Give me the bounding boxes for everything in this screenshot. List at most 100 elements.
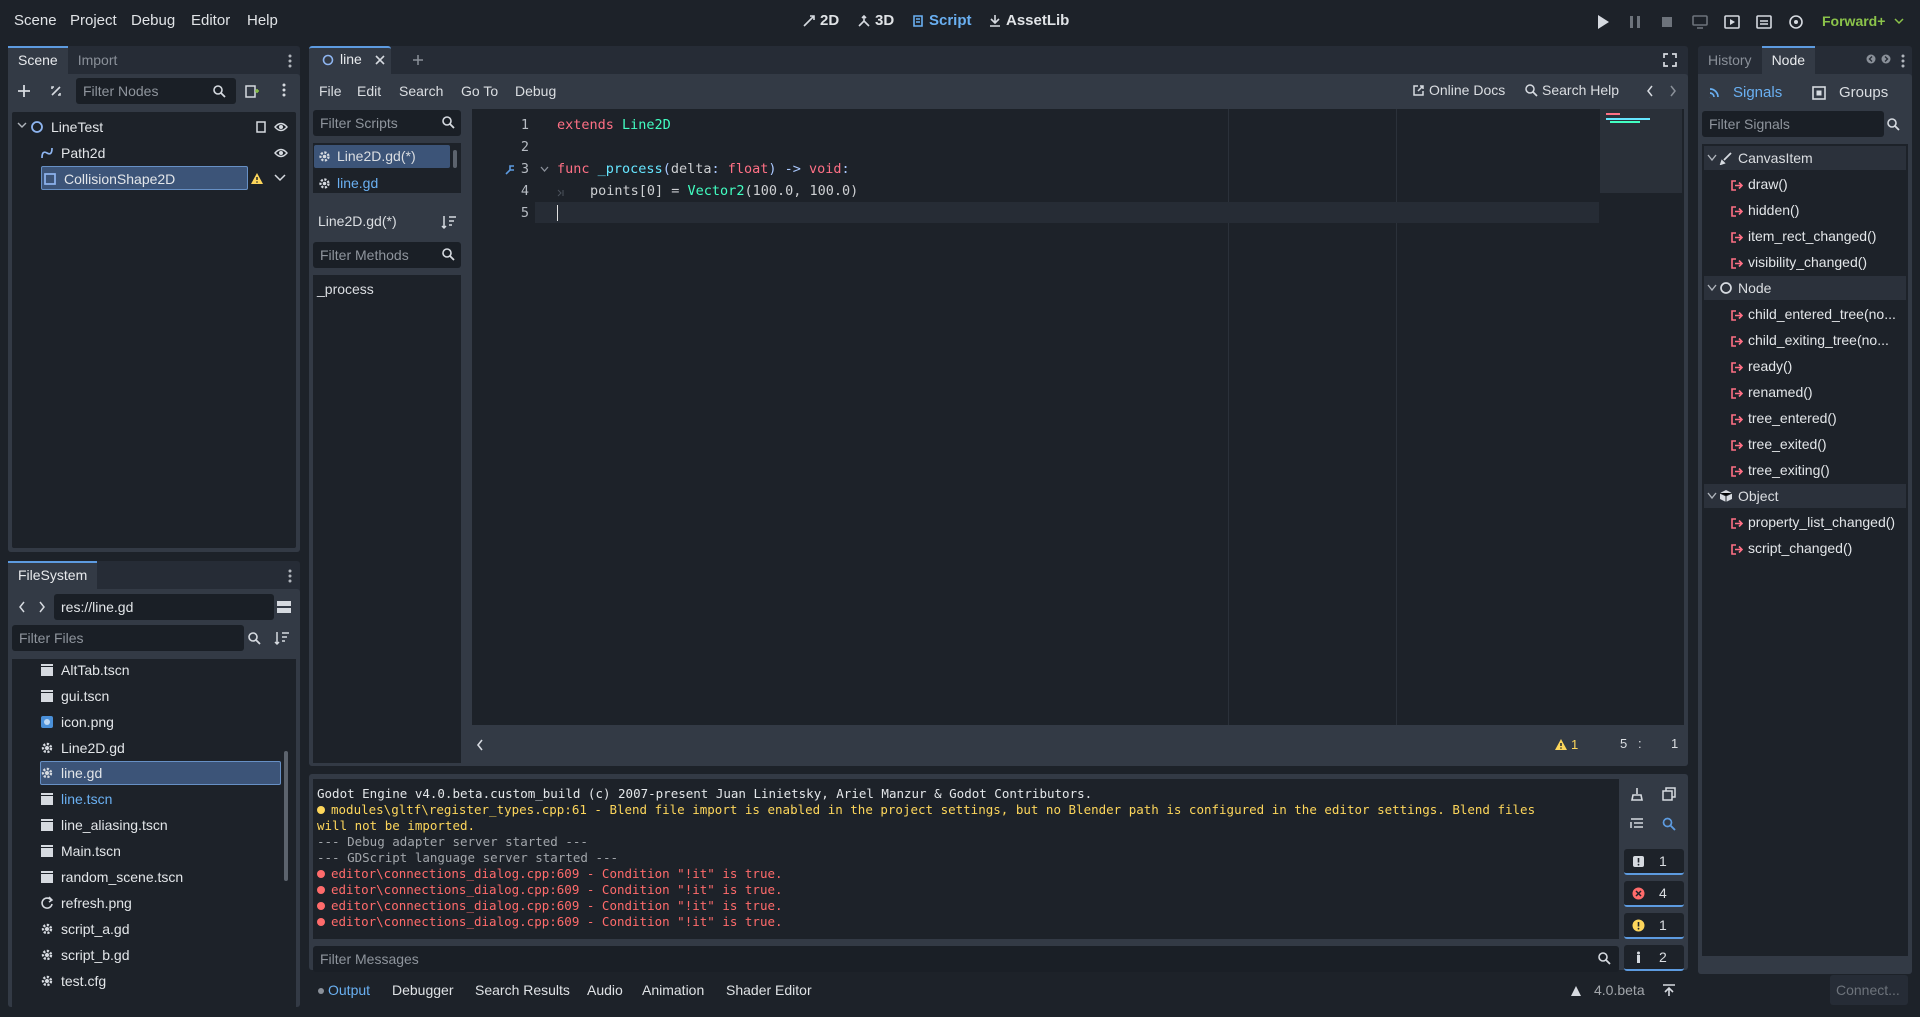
remote-debug-icon[interactable] <box>1692 14 1708 30</box>
group-header-node[interactable] <box>1704 276 1906 300</box>
dock-menu-icon[interactable] <box>288 569 292 583</box>
search-help-button[interactable]: Search Help <box>1525 82 1619 98</box>
collapse-arrow-icon[interactable] <box>17 120 27 130</box>
filter-signals-input[interactable]: Filter Signals <box>1702 111 1884 137</box>
dock-menu-icon[interactable] <box>288 54 292 68</box>
script-item-line-gd[interactable]: line.gd <box>318 175 378 191</box>
file-row[interactable]: Main.tscn <box>40 839 121 863</box>
path-input[interactable]: res://line.gd <box>54 594 274 620</box>
clear-log-icon[interactable] <box>1630 787 1644 801</box>
file-row[interactable]: refresh.png <box>40 891 132 915</box>
attach-script-icon[interactable] <box>244 83 260 99</box>
sort-icon[interactable] <box>441 214 457 230</box>
file-row[interactable]: script_a.gd <box>40 917 129 941</box>
renderer-select[interactable]: Forward+ <box>1822 13 1885 29</box>
collapse-arrow-icon[interactable] <box>1707 492 1717 500</box>
menu-project[interactable]: Project <box>70 12 117 29</box>
signal-item[interactable]: ready() <box>1748 358 1792 374</box>
copy-icon[interactable] <box>1662 787 1676 801</box>
connect-button[interactable]: Connect... <box>1830 975 1908 1005</box>
filter-methods-input[interactable]: Filter Methods <box>313 242 461 268</box>
tab-scene[interactable]: Scene <box>8 46 68 74</box>
signal-item[interactable]: draw() <box>1748 176 1788 192</box>
sort-icon[interactable] <box>274 630 290 646</box>
expand-panel-icon[interactable] <box>1662 983 1676 997</box>
group-header-object[interactable] <box>1704 484 1906 508</box>
add-tab-icon[interactable] <box>412 54 424 66</box>
toggle-scripts-panel-icon[interactable] <box>476 739 484 751</box>
file-row[interactable]: gui.tscn <box>40 684 109 708</box>
signal-item[interactable]: tree_entered() <box>1748 410 1837 426</box>
signal-item[interactable]: visibility_changed() <box>1748 254 1867 270</box>
signal-item[interactable]: tree_exiting() <box>1748 462 1830 478</box>
script-item-line2d[interactable]: Line2D.gd(*) <box>318 148 416 164</box>
file-row[interactable]: line.gd <box>40 761 102 785</box>
script-attached-icon[interactable] <box>255 121 267 133</box>
warning-icon[interactable] <box>250 172 264 185</box>
signal-item[interactable]: renamed() <box>1748 384 1813 400</box>
forward-arrow-icon[interactable] <box>38 601 46 613</box>
scene-menu-icon[interactable] <box>282 83 286 97</box>
bottom-tab-search-results[interactable]: Search Results <box>475 982 570 998</box>
method-item[interactable]: _process <box>317 281 374 297</box>
file-row[interactable]: Line2D.gd <box>40 736 125 760</box>
editor-menu-edit[interactable]: Edit <box>357 83 381 99</box>
editor-menu-file[interactable]: File <box>319 83 342 99</box>
collapse-arrow-icon[interactable] <box>1707 154 1717 162</box>
signal-item[interactable]: property_list_changed() <box>1748 514 1895 530</box>
split-view-icon[interactable] <box>276 600 292 614</box>
menu-scene[interactable]: Scene <box>14 12 57 29</box>
editor-menu-goto[interactable]: Go To <box>461 83 498 99</box>
play-custom-scene-icon[interactable] <box>1756 14 1772 30</box>
visibility-eye-icon[interactable] <box>274 148 288 158</box>
tab-node[interactable]: Node <box>1761 46 1816 74</box>
update-spinner-icon[interactable] <box>1569 984 1583 998</box>
distraction-free-icon[interactable] <box>1663 53 1677 67</box>
dock-menu-icon[interactable] <box>1901 54 1905 68</box>
script-list-scrollbar[interactable] <box>453 150 457 168</box>
signal-item[interactable]: item_rect_changed() <box>1748 228 1876 244</box>
close-icon[interactable] <box>375 55 385 65</box>
filter-errors-toggle[interactable]: 4 <box>1624 881 1684 907</box>
chevron-down-icon[interactable] <box>274 174 286 182</box>
file-row[interactable]: line_aliasing.tscn <box>40 813 168 837</box>
editor-menu-debug[interactable]: Debug <box>515 83 556 99</box>
visibility-eye-icon[interactable] <box>274 122 288 132</box>
filter-warnings-toggle[interactable]: 1 <box>1624 913 1684 939</box>
play-scene-icon[interactable] <box>1724 14 1740 30</box>
file-row[interactable]: icon.png <box>40 710 114 734</box>
signal-item[interactable]: child_exiting_tree(no... <box>1748 332 1889 348</box>
file-row[interactable]: random_scene.tscn <box>40 865 183 889</box>
file-row[interactable]: script_b.gd <box>40 943 129 967</box>
history-forward-icon[interactable] <box>1669 85 1677 97</box>
add-node-icon[interactable] <box>17 84 31 98</box>
tree-node-path2d[interactable]: Path2d <box>40 141 105 165</box>
search-icon[interactable] <box>1662 817 1676 831</box>
tab-history[interactable]: History <box>1698 46 1762 74</box>
method-override-icon[interactable] <box>504 163 517 176</box>
movie-maker-icon[interactable] <box>1788 14 1804 30</box>
warning-icon[interactable] <box>1554 738 1568 751</box>
history-back-icon[interactable] <box>1646 85 1654 97</box>
tree-node-collisionshape2d[interactable]: CollisionShape2D <box>43 167 175 191</box>
stop-icon[interactable] <box>1661 16 1673 28</box>
signal-item[interactable]: script_changed() <box>1748 540 1852 556</box>
dock-right-icon[interactable] <box>1881 54 1891 64</box>
bottom-tab-audio[interactable]: Audio <box>587 982 623 998</box>
subtab-signals[interactable]: Signals <box>1708 84 1782 101</box>
filter-scripts-input[interactable]: Filter Scripts <box>313 110 461 136</box>
bottom-tab-debugger[interactable]: Debugger <box>392 982 454 998</box>
filter-errors-total-toggle[interactable]: 1 <box>1624 849 1684 875</box>
dock-left-icon[interactable] <box>1866 54 1876 64</box>
online-docs-button[interactable]: Online Docs <box>1412 82 1505 98</box>
subtab-groups[interactable]: Groups <box>1812 84 1888 101</box>
signal-item[interactable]: hidden() <box>1748 202 1799 218</box>
signal-item[interactable]: child_entered_tree(no... <box>1748 306 1896 322</box>
signal-item[interactable]: tree_exited() <box>1748 436 1827 452</box>
editor-menu-search[interactable]: Search <box>399 83 443 99</box>
filter-messages-input[interactable]: Filter Messages <box>313 946 1619 972</box>
instance-scene-icon[interactable] <box>49 84 63 98</box>
collapse-messages-icon[interactable] <box>1630 817 1644 831</box>
play-icon[interactable] <box>1596 14 1610 30</box>
bottom-tab-animation[interactable]: Animation <box>642 982 704 998</box>
